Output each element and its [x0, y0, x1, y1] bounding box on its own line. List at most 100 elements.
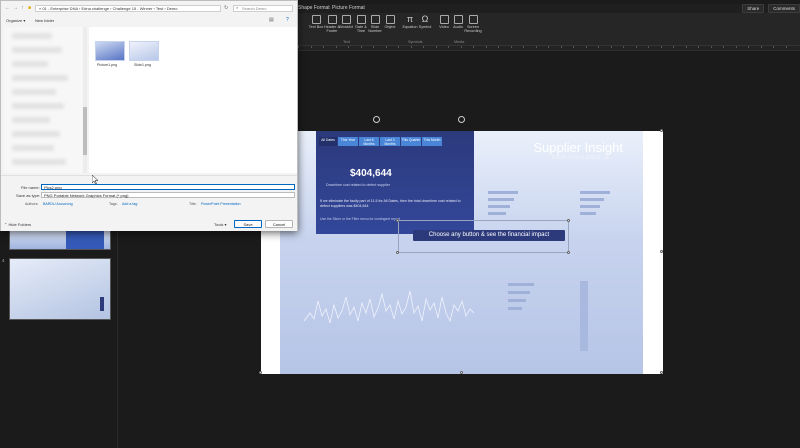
save-type-label: Save as type: — [16, 193, 41, 198]
rotate-handle-icon[interactable] — [458, 116, 465, 123]
nav-item[interactable] — [12, 117, 50, 123]
bar — [508, 291, 530, 294]
resize-handle[interactable] — [460, 371, 463, 374]
slide-canvas[interactable]: Supplier Insight EDNA CHALLENGE 15 All D… — [259, 129, 663, 374]
ruler-tick — [773, 46, 774, 48]
nav-item[interactable] — [12, 61, 48, 67]
nav-item[interactable] — [12, 33, 52, 39]
scrollbar-thumb[interactable] — [83, 107, 87, 155]
group-label-symbols: Symbols — [408, 40, 423, 44]
nav-item[interactable] — [12, 47, 62, 53]
video-icon — [439, 15, 449, 24]
ruler-tick — [298, 46, 299, 48]
rotate-handle-icon[interactable] — [373, 116, 380, 123]
filter-last-3-months-button[interactable]: Last 3 Months — [380, 137, 400, 146]
new-folder-button[interactable]: New folder — [35, 18, 54, 23]
ruler-tick — [510, 46, 512, 48]
ruler-tick — [560, 46, 562, 48]
ruler-tick — [673, 46, 674, 48]
ruler-tick — [373, 46, 374, 48]
ruler-tick — [760, 46, 762, 48]
file-name-picture1[interactable]: Picture1.png — [97, 63, 117, 67]
ruler-tick — [360, 46, 362, 48]
ruler-tick — [323, 46, 324, 48]
organize-menu[interactable]: Organize ▾ — [6, 18, 25, 23]
navigation-pane[interactable] — [4, 27, 86, 173]
nav-item[interactable] — [12, 89, 56, 95]
filter-this-quarter-button[interactable]: This Quarter — [401, 137, 421, 146]
view-options-icon[interactable]: ▤ — [269, 17, 274, 23]
tools-menu[interactable]: Tools ▾ — [214, 222, 226, 227]
filter-last-6-months-button[interactable]: Last 6 Months — [359, 137, 379, 146]
bar — [508, 283, 534, 286]
nav-scrollbar[interactable] — [83, 27, 87, 173]
file-list[interactable]: Picture1.png Slide1.png — [89, 27, 297, 173]
tags-value[interactable]: Add a tag — [122, 202, 137, 206]
filter-all-dates-button[interactable]: All Dates — [319, 137, 337, 146]
filter-this-month-button[interactable]: This Month — [422, 137, 442, 146]
resize-handle[interactable] — [660, 129, 663, 132]
refresh-icon[interactable]: ↻ — [224, 5, 228, 11]
resize-handle[interactable] — [396, 219, 399, 222]
financial-impact-callout[interactable]: Choose any button & see the financial im… — [413, 230, 565, 241]
symbol-button[interactable]: Ω Symbol — [416, 15, 434, 30]
search-input[interactable]: Search Demo — [233, 5, 293, 12]
bar — [580, 212, 596, 215]
file-thumbnail-picture1[interactable] — [95, 41, 125, 61]
tags-label: Tags: — [109, 202, 118, 206]
nav-item[interactable] — [12, 159, 66, 165]
group-label-text: Text — [343, 40, 350, 44]
text-box-icon — [311, 15, 321, 24]
address-bar[interactable]: « 01 - Enterprise DNA › Edna challenge ›… — [35, 5, 221, 12]
resize-handle[interactable] — [567, 251, 570, 254]
object-icon — [385, 15, 395, 24]
nav-item[interactable] — [12, 75, 68, 81]
comments-button[interactable]: Comments — [768, 4, 800, 13]
tab-shape-format[interactable]: Shape Format — [298, 5, 330, 11]
title-value[interactable]: PowerPoint Presentation — [201, 202, 241, 206]
share-button[interactable]: Share — [742, 4, 765, 13]
downtime-cost-caption: Downtime cost related to defect supplier — [326, 183, 390, 187]
nav-item[interactable] — [12, 103, 64, 109]
thumbnail-marker — [100, 297, 104, 311]
thumbnail-card — [66, 231, 104, 249]
slide-thumbnails-panel[interactable]: 4 — [0, 228, 118, 448]
nav-item[interactable] — [12, 131, 60, 137]
nav-item[interactable] — [12, 145, 54, 151]
file-name-slide1[interactable]: Slide1.png — [134, 63, 151, 67]
summary-text: If we eliminate the faulty part of 11.5 … — [320, 199, 461, 208]
file-name-input[interactable]: Pics2.png — [41, 184, 295, 190]
hide-folders-button[interactable]: ⌃ Hide Folders — [4, 222, 31, 227]
authors-value[interactable]: BARDU Anouvong — [43, 202, 73, 206]
save-button[interactable]: Save — [234, 220, 262, 228]
cancel-button[interactable]: Cancel — [265, 220, 293, 228]
tab-picture-format[interactable]: Picture Format — [332, 5, 365, 11]
up-arrow-icon[interactable]: ↑ — [21, 5, 24, 11]
ruler-tick — [585, 46, 587, 48]
ruler-tick — [398, 46, 399, 48]
resize-handle[interactable] — [660, 371, 663, 374]
resize-handle[interactable] — [259, 371, 262, 374]
save-type-select[interactable]: PNG Portable Network Graphics Format (*.… — [41, 192, 295, 198]
ruler-tick — [548, 46, 549, 48]
slide-number-icon — [370, 15, 380, 24]
bar — [580, 198, 604, 201]
file-thumbnail-slide1[interactable] — [129, 41, 159, 61]
ruler-tick — [648, 46, 649, 48]
pi-icon: π — [406, 14, 414, 24]
slide-subtitle: EDNA CHALLENGE 15 — [551, 155, 609, 161]
screen-recording-button[interactable]: Screen Recording — [464, 15, 482, 33]
ruler-tick — [623, 46, 624, 48]
downtime-line-chart — [304, 290, 474, 324]
resize-handle[interactable] — [660, 250, 663, 253]
slide-thumbnail-4[interactable] — [9, 258, 111, 320]
help-icon[interactable]: ? — [286, 17, 289, 23]
resize-handle[interactable] — [567, 219, 570, 222]
slide-thumbnail-3[interactable] — [9, 228, 111, 250]
filter-this-year-button[interactable]: This Year — [338, 137, 358, 146]
object-button[interactable]: Object — [381, 15, 399, 29]
back-arrow-icon[interactable]: ← — [5, 5, 10, 11]
screen-recording-icon — [468, 15, 478, 24]
forward-arrow-icon[interactable]: → — [13, 5, 18, 11]
resize-handle[interactable] — [396, 251, 399, 254]
